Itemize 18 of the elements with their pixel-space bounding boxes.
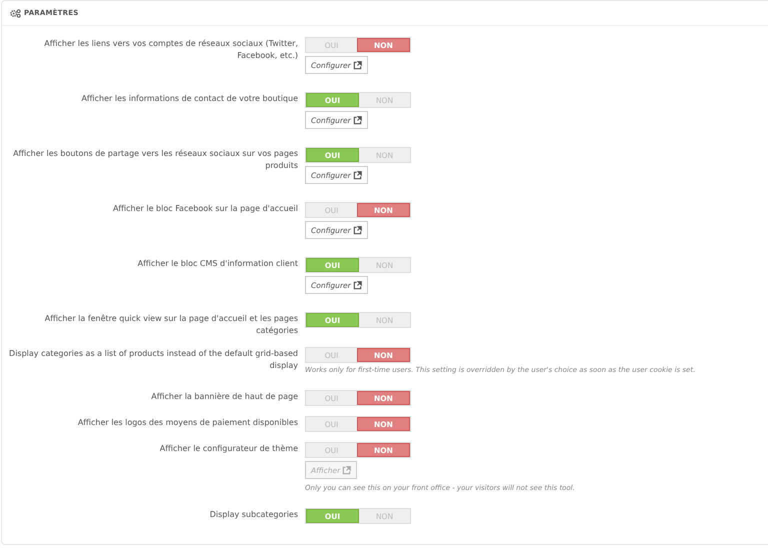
setting-label: Afficher la bannière de haut de page	[150, 391, 299, 403]
external-link-icon	[352, 60, 362, 70]
setting-label: Display categories as a list of products instead of the default grid-based display	[8, 348, 299, 372]
setting-label: Afficher les logos des moyens de paiement disponibles	[76, 417, 299, 429]
external-link-icon	[352, 226, 362, 234]
external-link-icon	[352, 170, 362, 180]
setting-label: Afficher la fenêtre quick view sur la page d'accueil et les pages catégories	[44, 313, 299, 337]
setting-label: Afficher les liens vers vos comptes de réseaux sociaux (Twitter, Facebook, etc.)	[43, 38, 299, 62]
setting-label: Afficher les boutons de partage vers les réseaux sociaux sur vos pages produits	[12, 148, 299, 172]
external-link-icon	[342, 466, 352, 474]
setting-label: Display subcategories	[208, 509, 299, 521]
external-link-icon	[352, 116, 362, 124]
setting-label: Afficher le bloc CMS d'information client	[136, 258, 299, 270]
external-link-icon	[352, 280, 362, 290]
gears-icon	[10, 8, 21, 18]
setting-label: Afficher le bloc Facebook sur la page d'accueil	[112, 203, 299, 215]
setting-label: Afficher le configurateur de thème	[158, 443, 299, 455]
setting-label: Afficher les informations de contact de votre boutique	[80, 93, 299, 105]
